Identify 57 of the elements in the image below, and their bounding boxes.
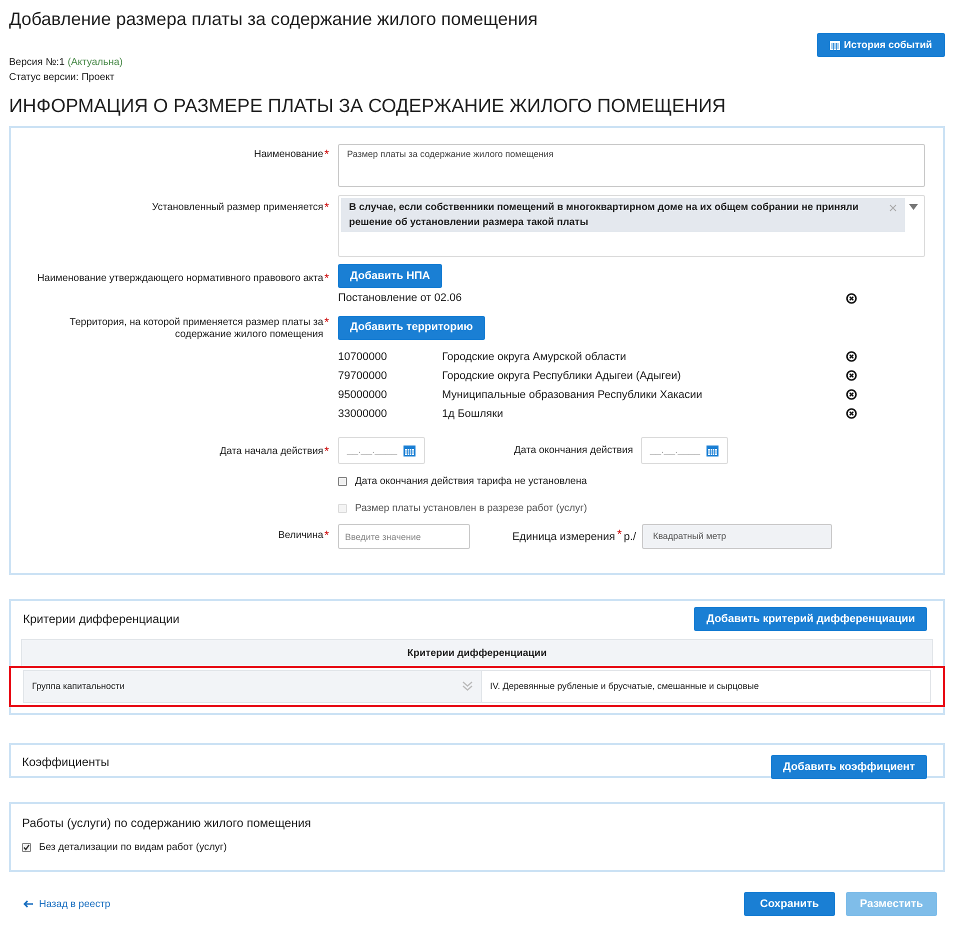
page-title: Добавление размера платы за содержание жилого помещения [9, 8, 539, 30]
add-act-button[interactable]: Добавить НПА [338, 264, 442, 288]
required-mark: * [324, 317, 329, 332]
add-territory-button[interactable]: Добавить территорию [338, 316, 485, 340]
field-label: Единица измерения [512, 530, 616, 544]
unit-field[interactable]: Квадратный метр [642, 524, 832, 550]
territory-name: Городские округа Республики Адыгеи (Адыгеи) [442, 368, 682, 384]
table-cell[interactable]: Группа капитальности [24, 671, 481, 702]
field-label: Территория, на которой применяется размер платы за содержание жилого помещения [68, 317, 324, 342]
field-label: Дата начала действия [220, 446, 324, 460]
field-label: Наименование утверждающего нормативного правового акта [37, 273, 324, 286]
field-label: Наименование [254, 149, 324, 162]
territory-code: 33000000 [338, 406, 388, 422]
chip-text: В случае, если собственники помещений в многоквартирном доме на их общем собрании не приняли решение об установлении размера такой платы [349, 201, 860, 230]
date-placeholder: __.__.____ [650, 444, 700, 458]
version-state: (Актуальна) [68, 56, 123, 70]
panel-title: Критерии дифференциации [22, 611, 180, 628]
required-mark: * [324, 202, 329, 216]
add-coefficient-button[interactable]: Добавить коэффициент [770, 755, 927, 780]
field-label: Величина [278, 530, 324, 544]
territory-name: Городские округа Амурской области [442, 350, 628, 364]
start-date-field[interactable]: __.__.____ [338, 437, 425, 464]
panel-title: Работы (услуги) по содержанию жилого помещения [22, 815, 312, 832]
checkbox-label: Без детализации по видам работ (услуг) [39, 841, 227, 856]
required-mark: * [324, 530, 329, 544]
territory-name: Муниципальные образования Республики Хакасии [442, 388, 704, 402]
selected-chip[interactable]: В случае, если собственники помещений в многоквартирном доме на их общем собрании не приняли решение об установлении размера такой платы [341, 198, 905, 232]
territory-code: 95000000 [338, 388, 388, 402]
footer-button[interactable]: Сохранить [744, 892, 835, 916]
date-placeholder: __.__.____ [347, 444, 398, 458]
required-mark: * [324, 446, 329, 460]
section-title: ИНФОРМАЦИЯ О РАЗМЕРЕ ПЛАТЫ ЗА СОДЕРЖАНИЕ ЖИЛОГО ПОМЕЩЕНИЯ [9, 96, 727, 118]
end-date-field[interactable]: __.__.____ [641, 437, 728, 464]
required-mark: * [324, 149, 329, 163]
name-field[interactable]: Размер платы за содержание жилого помещения [338, 144, 925, 187]
table-header: Критерии дифференциации [21, 639, 933, 668]
value-field[interactable]: Введите значение [338, 524, 470, 550]
required-mark: * [617, 528, 622, 538]
territory-name: 1д Бошляки [442, 406, 504, 422]
required-mark: * [324, 273, 329, 287]
territory-code: 10700000 [338, 350, 388, 364]
version-label: Версия №:1 [9, 56, 65, 70]
history-button[interactable]: История событий [816, 33, 945, 57]
add-criterion-button[interactable]: Добавить критерий дифференциации [694, 607, 927, 632]
applies-select[interactable]: В случае, если собственники помещений в многоквартирном доме на их общем собрании не приняли решение об установлении размера такой платы [338, 195, 925, 257]
unit-suffix: р./ [624, 530, 636, 544]
act-name: Постановление от 02.06 [338, 291, 462, 306]
version-status: Статус версии: Проект [9, 71, 116, 85]
checkbox-label: Дата окончания действия тарифа не установлена [355, 475, 587, 490]
panel-title: Коэффициенты [22, 754, 110, 771]
criterion-name: Группа капитальности [32, 680, 125, 693]
table-cell: IV. Деревянные рубленые и брусчатые, смешанные и сырцовые [481, 671, 930, 702]
checkbox-label: Размер платы установлен в разрезе работ (услуг) [355, 502, 588, 516]
field-label: Дата окончания действия [514, 444, 633, 457]
field-label: Установленный размер применяется [152, 202, 324, 215]
territory-code: 79700000 [338, 368, 388, 384]
back-link[interactable]: Назад в реестр [23, 896, 110, 912]
